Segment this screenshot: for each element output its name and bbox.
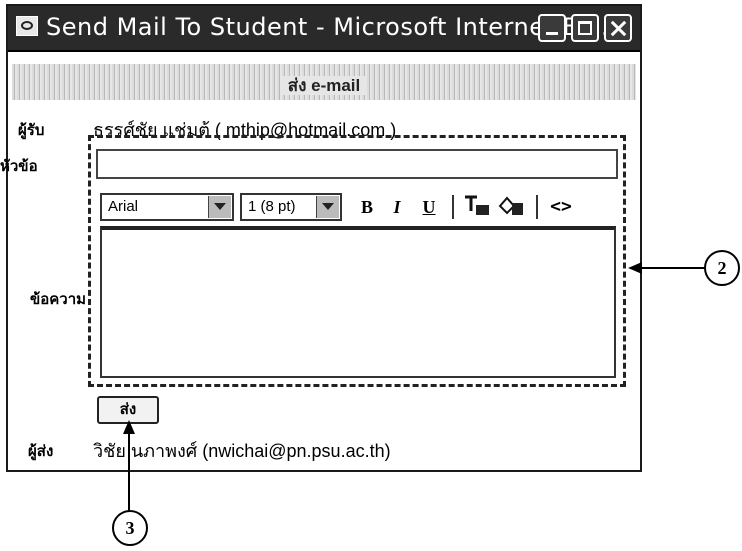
minimize-button[interactable] [538, 14, 566, 42]
sender-label: ผู้ส่ง [28, 443, 54, 460]
recipient-label: ผู้รับ [18, 122, 45, 139]
toolbar-divider [452, 195, 454, 219]
underline-button[interactable]: U [418, 194, 440, 220]
subject-label: หัวข้อ [0, 158, 38, 175]
window-title: Send Mail To Student - Microsoft Interne… [46, 13, 618, 41]
background-color-icon [498, 196, 523, 215]
italic-button[interactable]: I [388, 194, 406, 220]
font-select-value: Arial [108, 198, 139, 215]
chevron-down-icon[interactable] [208, 196, 231, 218]
close-button[interactable] [604, 14, 632, 42]
background-color-button[interactable] [496, 194, 526, 220]
maximize-button[interactable] [571, 14, 599, 42]
font-select[interactable]: Arial [100, 193, 234, 221]
chevron-down-icon[interactable] [316, 196, 339, 218]
text-color-button[interactable] [462, 194, 492, 220]
text-color-icon [465, 195, 489, 215]
callout-3: 3 [112, 510, 148, 546]
callout-arrow-2 [628, 262, 706, 274]
editor-toolbar: Arial 1 (8 pt) B I U <> [100, 193, 616, 225]
bold-button[interactable]: B [358, 194, 376, 220]
callout-arrow-3 [123, 420, 135, 512]
callout-2: 2 [704, 250, 740, 286]
size-select-value: 1 (8 pt) [248, 198, 296, 215]
internet-explorer-icon [16, 16, 38, 36]
title-bar[interactable]: Send Mail To Student - Microsoft Interne… [8, 6, 640, 52]
message-label: ข้อความ [30, 291, 87, 308]
size-select[interactable]: 1 (8 pt) [240, 193, 342, 221]
message-editor[interactable] [100, 226, 616, 378]
form-title: ส่ง e-mail [281, 76, 367, 95]
form-header: ส่ง e-mail [12, 64, 636, 100]
subject-input[interactable] [96, 149, 618, 179]
html-source-button[interactable]: <> [546, 194, 576, 220]
toolbar-divider [536, 195, 538, 219]
